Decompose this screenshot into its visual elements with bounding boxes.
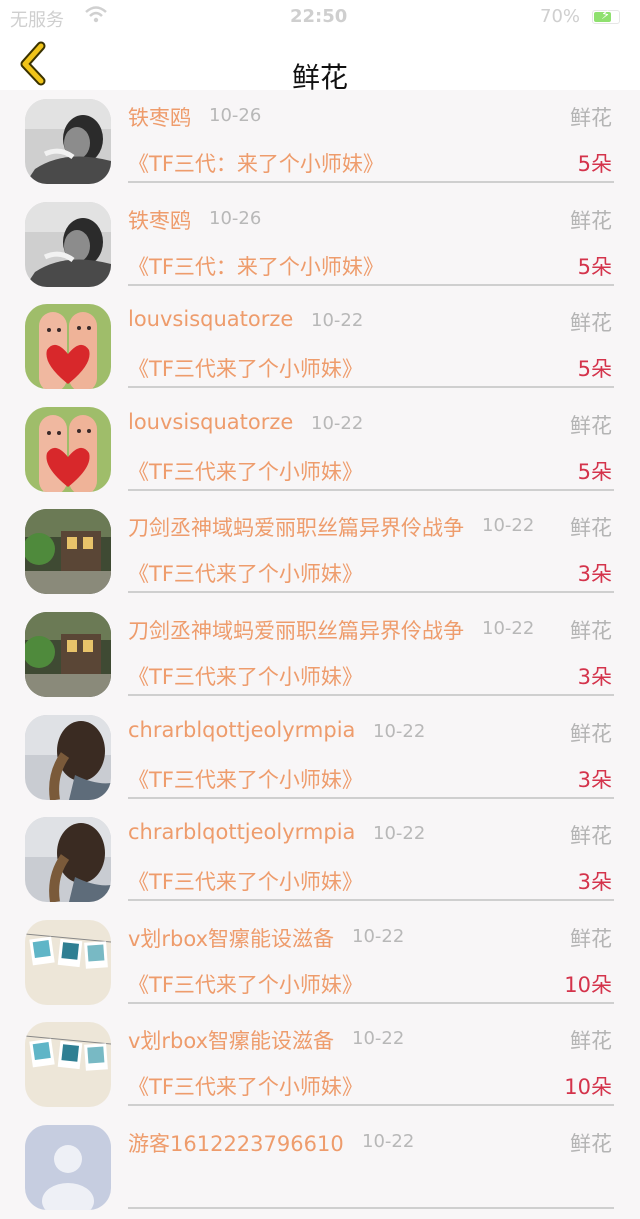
list-item[interactable]: v划rbox智瘰能设滋备 10-22 鲜花《TF三代来了个小师妹》 10朵 [0, 1013, 640, 1116]
carrier-label: 无服务 [10, 10, 64, 31]
list-item[interactable]: chrarblqottjeolyrmpia 10-22 鲜花《TF三代来了个小师妹》… [0, 706, 640, 809]
book-title: 《TF三代来了个小师妹》 [128, 357, 363, 382]
avatar [25, 1124, 111, 1210]
book-title: 《TF三代来了个小师妹》 [128, 870, 363, 895]
user-name: louvsisquatorze [128, 409, 294, 434]
user-name: 刀剑丞神域蚂爱丽职丝篇异界伶战争 [128, 618, 464, 643]
status-bar: 无服务 22:50 70% ⚡ [0, 0, 640, 34]
book-title: 《TF三代：来了个小师妹》 [128, 152, 384, 176]
user-name: 铁枣鸥 [128, 208, 191, 233]
flower-count: 3朵 [577, 664, 612, 689]
book-title: 《TF三代来了个小师妹》 [128, 562, 363, 587]
record-date: 10-22 [482, 617, 535, 639]
avatar [25, 1022, 111, 1108]
battery-icon: ⚡ [592, 8, 620, 24]
gift-type-label: 鲜花 [570, 208, 612, 233]
list-item[interactable]: 铁枣鸥 10-26 鲜花《TF三代：来了个小师妹》 5朵 [0, 193, 640, 296]
row-divider [128, 283, 614, 286]
list-item[interactable]: v划rbox智瘰能设滋备 10-22 鲜花《TF三代来了个小师妹》 10朵 [0, 911, 640, 1014]
avatar [25, 201, 111, 287]
row-divider [128, 488, 614, 491]
clock: 22:50 [290, 6, 348, 27]
gift-type-label: 鲜花 [570, 413, 612, 438]
user-name: 铁枣鸥 [128, 106, 191, 130]
record-date: 10-22 [373, 720, 426, 742]
user-name: v划rbox智瘰能设滋备 [128, 1029, 335, 1054]
row-divider [128, 1001, 614, 1004]
gift-type-label: 鲜花 [570, 721, 612, 746]
flower-count: 10朵 [564, 972, 612, 997]
gift-type-label: 鲜花 [570, 1131, 612, 1156]
record-date: 10-22 [352, 1028, 405, 1050]
flower-count: 5朵 [577, 254, 612, 279]
gift-type-label: 鲜花 [570, 926, 612, 951]
record-date: 10-22 [373, 823, 426, 845]
user-name: 刀剑丞神域蚂爱丽职丝篇异界伶战争 [128, 516, 464, 541]
record-date: 10-26 [209, 207, 262, 229]
row-divider [128, 1206, 614, 1209]
gift-type-label: 鲜花 [570, 311, 612, 336]
gift-type-label: 鲜花 [570, 618, 612, 643]
avatar [25, 919, 111, 1005]
record-date: 10-26 [209, 105, 262, 126]
avatar [25, 611, 111, 697]
flower-count: 3朵 [577, 870, 612, 895]
row-divider [128, 386, 614, 389]
avatar [25, 817, 111, 903]
flower-count: 5朵 [577, 152, 612, 176]
record-date: 10-22 [362, 1130, 415, 1152]
book-title: 《TF三代来了个小师妹》 [128, 664, 363, 689]
list-item[interactable]: chrarblqottjeolyrmpia 10-22 鲜花《TF三代来了个小师妹》… [0, 808, 640, 911]
record-date: 10-22 [482, 515, 535, 537]
user-name: chrarblqottjeolyrmpia [128, 717, 356, 742]
book-title: 《TF三代来了个小师妹》 [128, 767, 363, 792]
gift-type-label: 鲜花 [570, 106, 612, 130]
record-date: 10-22 [311, 412, 364, 434]
book-title: 《TF三代：来了个小师妹》 [128, 254, 384, 279]
list-item[interactable]: 游客1612223796610 10-22 鲜花 [0, 1116, 640, 1219]
battery-percent: 70% [540, 6, 581, 27]
avatar [25, 509, 111, 595]
gift-type-label: 鲜花 [570, 1029, 612, 1054]
list-item[interactable]: 刀剑丞神域蚂爱丽职丝篇异界伶战争 10-22 鲜花《TF三代来了个小师妹》 3朵 [0, 603, 640, 706]
list-item[interactable]: 铁枣鸥 10-26 鲜花《TF三代：来了个小师妹》 5朵 [0, 90, 640, 193]
flower-count: 10朵 [564, 1075, 612, 1100]
flower-count: 5朵 [577, 357, 612, 382]
flower-count: 5朵 [577, 459, 612, 484]
book-title: 《TF三代来了个小师妹》 [128, 459, 363, 484]
user-name: v划rbox智瘰能设滋备 [128, 926, 335, 951]
user-name: 游客1612223796610 [128, 1131, 344, 1156]
row-divider [128, 693, 614, 696]
wifi-icon [84, 5, 108, 30]
book-title: 《TF三代来了个小师妹》 [128, 972, 363, 997]
row-divider [128, 181, 614, 183]
gift-record-list[interactable]: 铁枣鸥 10-26 鲜花 《TF三代：来了个小师妹》 5朵 铁枣鸥 10-26 鲜花 《TF三代… [0, 90, 640, 1219]
row-divider [128, 796, 614, 799]
book-title: 《TF三代来了个小师妹》 [128, 1075, 363, 1100]
avatar [25, 99, 111, 184]
gift-type-label: 鲜花 [570, 516, 612, 541]
record-date: 10-22 [352, 925, 405, 947]
flower-count: 3朵 [577, 562, 612, 587]
row-divider [128, 1104, 614, 1107]
user-name: chrarblqottjeolyrmpia [128, 820, 356, 845]
row-divider [128, 899, 614, 902]
avatar [25, 406, 111, 492]
user-name: louvsisquatorze [128, 307, 294, 332]
gift-type-label: 鲜花 [570, 824, 612, 849]
list-item[interactable]: louvsisquatorze 10-22 鲜花《TF三代来了个小师妹》 5朵 [0, 398, 640, 501]
avatar [25, 304, 111, 390]
list-item[interactable]: 刀剑丞神域蚂爱丽职丝篇异界伶战争 10-22 鲜花《TF三代来了个小师妹》 3朵 [0, 500, 640, 603]
row-divider [128, 591, 614, 594]
navigation-bar: 鲜花 [0, 34, 640, 94]
avatar [25, 714, 111, 800]
flower-count: 3朵 [577, 767, 612, 792]
record-date: 10-22 [311, 310, 364, 332]
list-item[interactable]: louvsisquatorze 10-22 鲜花《TF三代来了个小师妹》 5朵 [0, 295, 640, 398]
